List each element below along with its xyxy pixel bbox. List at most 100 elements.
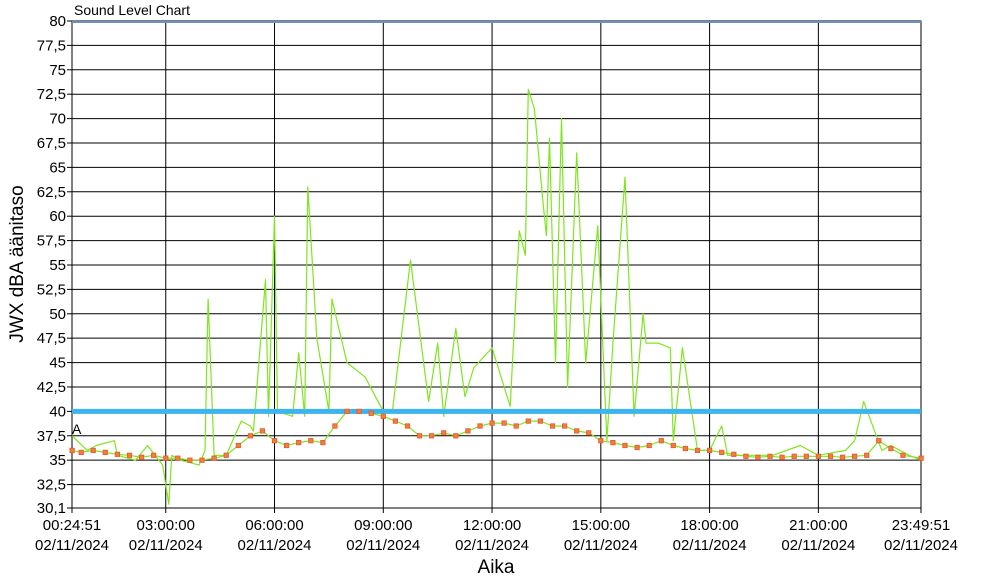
average-point bbox=[815, 453, 822, 459]
average-point bbox=[755, 454, 761, 460]
average-point bbox=[501, 420, 507, 426]
average-point bbox=[187, 457, 193, 463]
average-point bbox=[731, 451, 737, 457]
peak-level-line bbox=[71, 88, 922, 505]
average-point bbox=[247, 433, 253, 439]
average-point bbox=[918, 455, 924, 461]
x-tick-label-date: 02/11/2024 bbox=[455, 537, 529, 554]
x-tick-label-date: 02/11/2024 bbox=[35, 537, 109, 554]
average-point bbox=[320, 439, 326, 446]
y-tick-label: 65 bbox=[49, 159, 66, 176]
x-tick-label-date: 02/11/2024 bbox=[884, 537, 958, 554]
x-tick-label-time: 06:00:00 bbox=[245, 517, 303, 534]
grid bbox=[72, 21, 921, 508]
average-point bbox=[658, 438, 664, 444]
x-tick-label-time: 23:49:51 bbox=[892, 517, 950, 534]
chart-title: Sound Level Chart bbox=[74, 2, 190, 18]
x-tick-label-time: 03:00:00 bbox=[137, 517, 195, 534]
x-tick-label-date: 02/11/2024 bbox=[346, 537, 420, 554]
average-point bbox=[864, 452, 870, 458]
threshold-line bbox=[72, 408, 921, 414]
y-tick-label: 42,5 bbox=[37, 379, 66, 396]
average-point bbox=[332, 423, 338, 429]
average-point bbox=[271, 438, 278, 444]
x-tick-label-date: 02/11/2024 bbox=[238, 537, 312, 554]
average-point bbox=[562, 423, 568, 429]
average-point bbox=[827, 453, 834, 459]
average-point bbox=[779, 454, 785, 460]
average-point bbox=[598, 438, 604, 444]
y-tick-label: 45 bbox=[49, 355, 66, 372]
average-point bbox=[586, 430, 592, 436]
average-point bbox=[344, 408, 350, 415]
average-point bbox=[513, 423, 519, 429]
average-point bbox=[126, 452, 133, 458]
y-tick-label: 30,1 bbox=[37, 500, 66, 517]
x-tick-label-time: 09:00:00 bbox=[354, 517, 412, 534]
y-tick-label: 55 bbox=[49, 257, 66, 274]
plot-top-border bbox=[72, 21, 921, 23]
average-point bbox=[211, 455, 217, 461]
sound-level-chart: Sound Level Chart Aika JWX dBA äänitaso … bbox=[7, 2, 958, 578]
average-point bbox=[175, 455, 181, 461]
y-tick-label: 40 bbox=[49, 403, 66, 420]
x-tick-labels: 00:24:51 02/11/2024 03:00:00 02/11/2024 06:0… bbox=[35, 508, 958, 554]
x-tick-label-date: 02/11/2024 bbox=[129, 537, 203, 554]
average-point bbox=[138, 454, 145, 460]
y-tick-label: 70 bbox=[49, 111, 66, 128]
average-point bbox=[682, 445, 689, 452]
average-point bbox=[283, 442, 290, 449]
average-point bbox=[380, 413, 386, 419]
x-tick-label-time: 18:00:00 bbox=[680, 517, 738, 534]
series bbox=[71, 88, 922, 505]
average-point bbox=[610, 439, 616, 446]
average-point bbox=[537, 418, 544, 424]
x-tick-label-date: 02/11/2024 bbox=[781, 537, 855, 554]
average-point bbox=[574, 428, 580, 434]
average-point bbox=[670, 442, 676, 449]
x-tick-label-date: 02/11/2024 bbox=[564, 537, 638, 554]
y-tick-label: 50 bbox=[49, 306, 66, 323]
y-tick-label: 80 bbox=[49, 13, 66, 30]
average-point bbox=[235, 442, 241, 449]
average-point bbox=[622, 442, 628, 449]
average-point bbox=[453, 433, 459, 439]
y-tick-label: 37,5 bbox=[37, 428, 66, 445]
average-point bbox=[404, 423, 411, 429]
average-point bbox=[392, 418, 399, 424]
average-point bbox=[356, 408, 362, 415]
average-point bbox=[767, 453, 773, 459]
average-point bbox=[900, 452, 906, 458]
x-axis-title: Aika bbox=[478, 557, 515, 578]
average-point bbox=[465, 428, 471, 434]
average-point bbox=[441, 430, 447, 436]
average-point bbox=[646, 442, 652, 449]
average-point bbox=[416, 433, 423, 439]
average-point bbox=[803, 453, 809, 459]
average-point bbox=[876, 438, 882, 444]
average-point bbox=[852, 453, 858, 459]
average-point bbox=[151, 452, 157, 458]
average-point bbox=[549, 423, 556, 429]
x-tick-label-time: 15:00:00 bbox=[572, 517, 630, 534]
x-tick-label-date: 02/11/2024 bbox=[673, 537, 747, 554]
average-point bbox=[259, 428, 266, 434]
x-tick-label-time: 00:24:51 bbox=[43, 517, 101, 534]
average-point bbox=[707, 447, 713, 454]
average-point bbox=[308, 438, 314, 444]
average-point bbox=[78, 449, 84, 456]
average-point bbox=[888, 445, 894, 452]
average-point bbox=[114, 451, 120, 457]
y-tick-label: 77,5 bbox=[37, 37, 66, 54]
average-point bbox=[489, 420, 495, 426]
average-point bbox=[719, 449, 725, 456]
average-point bbox=[368, 410, 374, 416]
y-tick-label: 52,5 bbox=[37, 281, 66, 298]
average-point bbox=[199, 457, 205, 463]
x-tick-label-time: 21:00:00 bbox=[789, 517, 847, 534]
y-tick-label: 62,5 bbox=[37, 184, 66, 201]
average-point bbox=[69, 447, 75, 454]
y-tick-label: 47,5 bbox=[37, 330, 66, 347]
average-point bbox=[634, 444, 640, 451]
average-point bbox=[102, 449, 108, 456]
